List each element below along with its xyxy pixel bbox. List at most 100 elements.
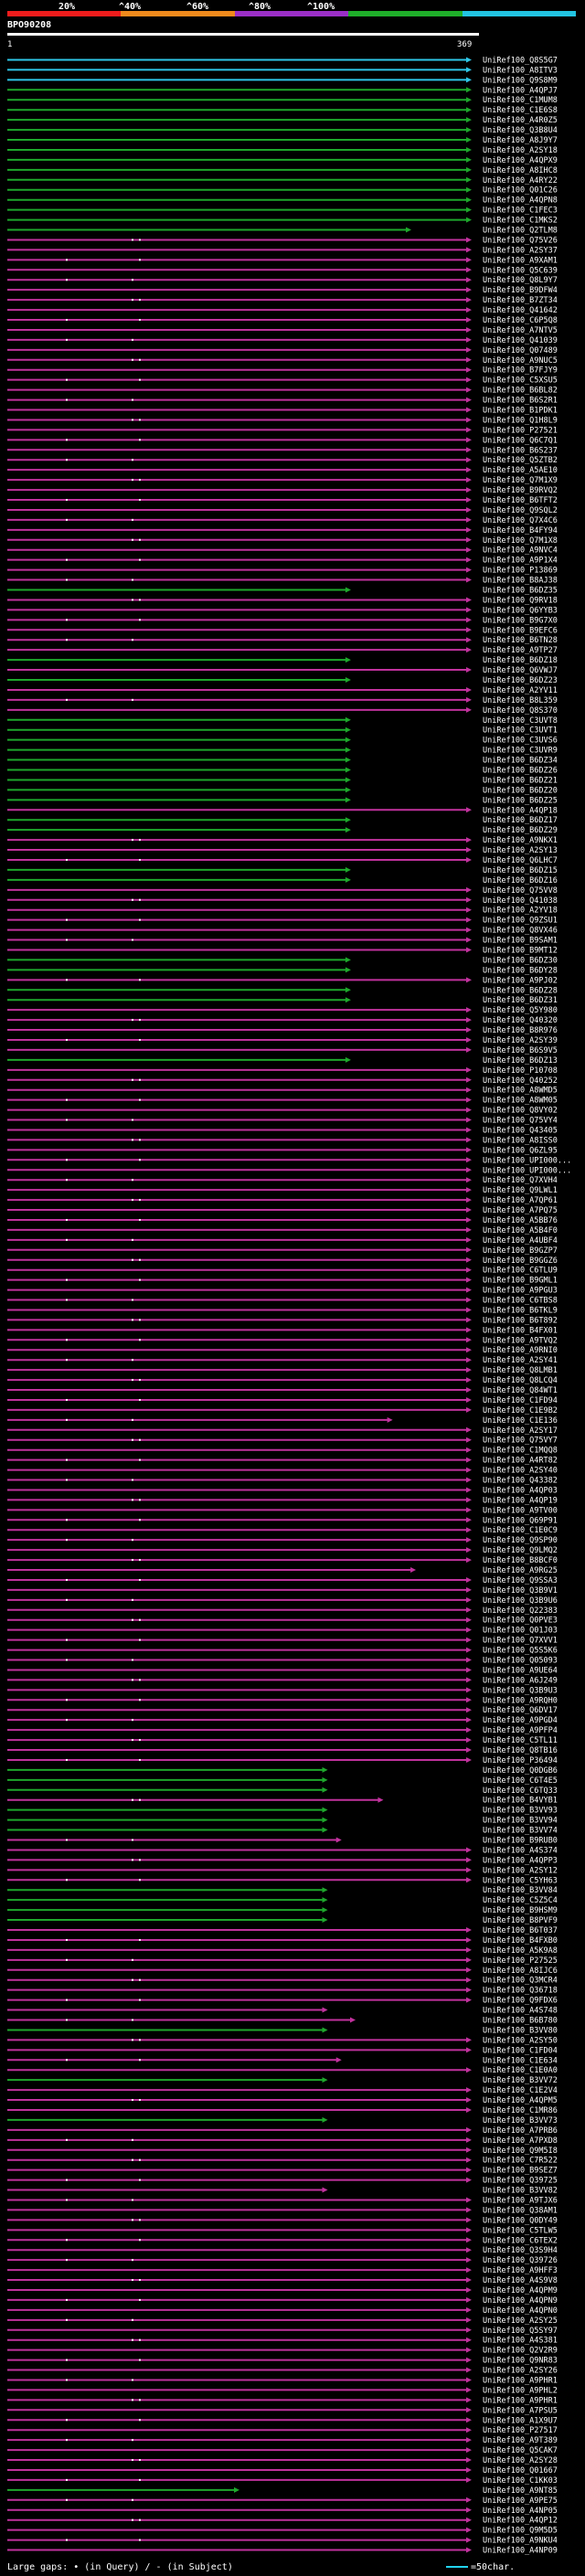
hit-label[interactable]: UniRef100_Q5Y980	[483, 1006, 558, 1015]
hit-label[interactable]: UniRef100_B8BCF0	[483, 1556, 558, 1565]
hit-label[interactable]: UniRef100_Q6LHC7	[483, 856, 558, 865]
hit-label[interactable]: UniRef100_A2YV11	[483, 686, 558, 695]
hit-label[interactable]: UniRef100_Q7X4C6	[483, 516, 558, 525]
hit-label[interactable]: UniRef100_A9NKX1	[483, 836, 558, 845]
hit-label[interactable]: UniRef100_A9PHL2	[483, 2386, 558, 2395]
hit-label[interactable]: UniRef100_Q22383	[483, 1606, 558, 1616]
hit-label[interactable]: UniRef100_C5TL11	[483, 1736, 558, 1745]
hit-label[interactable]: UniRef100_A9UE64	[483, 1666, 558, 1675]
hit-label[interactable]: UniRef100_B3VV80	[483, 2026, 558, 2035]
hit-label[interactable]: UniRef100_B8AJ38	[483, 577, 558, 586]
hit-label[interactable]: UniRef100_B6DZ31	[483, 996, 558, 1005]
hit-label[interactable]: UniRef100_A9NVC4	[483, 546, 558, 556]
hit-label[interactable]: UniRef100_A9P1X4	[483, 557, 558, 566]
hit-label[interactable]: UniRef100_B4FXB0	[483, 1936, 558, 1945]
hit-label[interactable]: UniRef100_B6DZ26	[483, 766, 558, 775]
hit-label[interactable]: UniRef100_A2SY26	[483, 2367, 558, 2376]
hit-label[interactable]: UniRef100_Q39725	[483, 2177, 558, 2186]
hit-label[interactable]: UniRef100_A2SY37	[483, 246, 558, 255]
hit-label[interactable]: UniRef100_C7R522	[483, 2157, 558, 2166]
hit-label[interactable]: UniRef100_B3VV72	[483, 2076, 558, 2085]
hit-label[interactable]: UniRef100_B6DZ25	[483, 796, 558, 805]
hit-label[interactable]: UniRef100_A4NP05	[483, 2507, 558, 2516]
hit-label[interactable]: UniRef100_Q7M1X8	[483, 536, 558, 546]
hit-label[interactable]: UniRef100_Q9M5I8	[483, 2147, 558, 2156]
hit-label[interactable]: UniRef100_B3VV93	[483, 1807, 558, 1816]
hit-label[interactable]: UniRef100_Q9RV18	[483, 596, 558, 605]
hit-label[interactable]: UniRef100_B6TFT2	[483, 496, 558, 505]
hit-label[interactable]: UniRef100_C1KK03	[483, 2476, 558, 2486]
hit-label[interactable]: UniRef100_Q7XVV1	[483, 1637, 558, 1646]
hit-label[interactable]: UniRef100_A2SY18	[483, 146, 558, 155]
hit-label[interactable]: UniRef100_B6S9V5	[483, 1046, 558, 1055]
hit-label[interactable]: UniRef100_C1E0C9	[483, 1526, 558, 1535]
hit-label[interactable]: UniRef100_C6P5Q8	[483, 316, 558, 325]
hit-label[interactable]: UniRef100_B6DZ13	[483, 1056, 558, 1065]
hit-label[interactable]: UniRef100_A1X9U7	[483, 2416, 558, 2425]
hit-label[interactable]: UniRef100_B9MT12	[483, 946, 558, 955]
hit-label[interactable]: UniRef100_A9TP27	[483, 646, 558, 655]
hit-label[interactable]: UniRef100_B8R976	[483, 1026, 558, 1035]
hit-label[interactable]: UniRef100_Q2V2R9	[483, 2347, 558, 2356]
hit-label[interactable]: UniRef100_C5XSU5	[483, 376, 558, 386]
hit-label[interactable]: UniRef100_C1E9B2	[483, 1406, 558, 1415]
hit-label[interactable]: UniRef100_A4UBF4	[483, 1236, 558, 1246]
hit-label[interactable]: UniRef100_C1FD94	[483, 1396, 558, 1405]
hit-label[interactable]: UniRef100_Q0DY49	[483, 2216, 558, 2225]
hit-label[interactable]: UniRef100_B4FX01	[483, 1326, 558, 1335]
hit-label[interactable]: UniRef100_Q9SSA3	[483, 1576, 558, 1585]
hit-label[interactable]: UniRef100_A8WM05	[483, 1097, 558, 1106]
hit-label[interactable]: UniRef100_Q6DV17	[483, 1706, 558, 1715]
hit-label[interactable]: UniRef100_Q9LMQ2	[483, 1546, 558, 1555]
hit-label[interactable]: UniRef100_Q36718	[483, 1987, 558, 1996]
hit-label[interactable]: UniRef100_B4FY94	[483, 526, 558, 535]
hit-label[interactable]: UniRef100_B6DZ30	[483, 956, 558, 965]
hit-label[interactable]: UniRef100_Q3B8U4	[483, 126, 558, 135]
hit-label[interactable]: UniRef100_C3UVR9	[483, 747, 558, 756]
hit-label[interactable]: UniRef100_A4S9V8	[483, 2276, 558, 2285]
hit-label[interactable]: UniRef100_Q75V26	[483, 236, 558, 245]
hit-label[interactable]: UniRef100_A2SY12	[483, 1866, 558, 1875]
hit-label[interactable]: UniRef100_Q5SY97	[483, 2327, 558, 2336]
hit-label[interactable]: UniRef100_A9XAM1	[483, 256, 558, 265]
hit-label[interactable]: UniRef100_B6B780	[483, 2016, 558, 2025]
hit-label[interactable]: UniRef100_C5YH63	[483, 1876, 558, 1885]
hit-label[interactable]: UniRef100_B6S237	[483, 446, 558, 455]
hit-label[interactable]: UniRef100_Q5C639	[483, 266, 558, 275]
hit-label[interactable]: UniRef100_A4RY22	[483, 176, 558, 186]
hit-label[interactable]: UniRef100_A7PRB6	[483, 2126, 558, 2136]
hit-label[interactable]: UniRef100_C5Z5C4	[483, 1896, 558, 1905]
hit-label[interactable]: UniRef100_B6DZ23	[483, 676, 558, 685]
hit-label[interactable]: UniRef100_Q07489	[483, 346, 558, 355]
hit-label[interactable]: UniRef100_A6J249	[483, 1676, 558, 1685]
hit-label[interactable]: UniRef100_A4RT82	[483, 1457, 558, 1466]
hit-label[interactable]: UniRef100_P13869	[483, 567, 558, 576]
hit-label[interactable]: UniRef100_B6S2R1	[483, 397, 558, 406]
hit-label[interactable]: UniRef100_B3VV74	[483, 1827, 558, 1836]
hit-label[interactable]: UniRef100_P27517	[483, 2426, 558, 2435]
hit-label[interactable]: UniRef100_B9RUB0	[483, 1837, 558, 1846]
hit-label[interactable]: UniRef100_B6TKL9	[483, 1306, 558, 1315]
hit-label[interactable]: UniRef100_UPI000...	[483, 1166, 571, 1175]
hit-label[interactable]: UniRef100_A4R0Z5	[483, 116, 558, 125]
hit-label[interactable]: UniRef100_A4QP03	[483, 1486, 558, 1495]
hit-label[interactable]: UniRef100_Q8L9Y7	[483, 276, 558, 285]
hit-label[interactable]: UniRef100_P27521	[483, 426, 558, 435]
hit-label[interactable]: UniRef100_A4QPX9	[483, 156, 558, 165]
hit-label[interactable]: UniRef100_Q8VX46	[483, 927, 558, 936]
hit-label[interactable]: UniRef100_C1MR86	[483, 2106, 558, 2115]
hit-label[interactable]: UniRef100_C1E0A0	[483, 2066, 558, 2075]
hit-label[interactable]: UniRef100_Q3B9V1	[483, 1586, 558, 1595]
hit-label[interactable]: UniRef100_A9RNI0	[483, 1346, 558, 1355]
hit-label[interactable]: UniRef100_B3VV73	[483, 2116, 558, 2125]
hit-label[interactable]: UniRef100_B6BL82	[483, 387, 558, 396]
hit-label[interactable]: UniRef100_A4NP09	[483, 2547, 558, 2556]
hit-label[interactable]: UniRef100_A4QP12	[483, 2517, 558, 2526]
hit-label[interactable]: UniRef100_C1MQQ8	[483, 1447, 558, 1456]
hit-label[interactable]: UniRef100_A5B4F0	[483, 1226, 558, 1235]
hit-label[interactable]: UniRef100_A9T389	[483, 2436, 558, 2445]
hit-label[interactable]: UniRef100_B9DFW4	[483, 286, 558, 295]
hit-label[interactable]: UniRef100_A5AE10	[483, 466, 558, 475]
hit-label[interactable]: UniRef100_A4QPN8	[483, 196, 558, 206]
hit-label[interactable]: UniRef100_B6DZ34	[483, 757, 558, 766]
